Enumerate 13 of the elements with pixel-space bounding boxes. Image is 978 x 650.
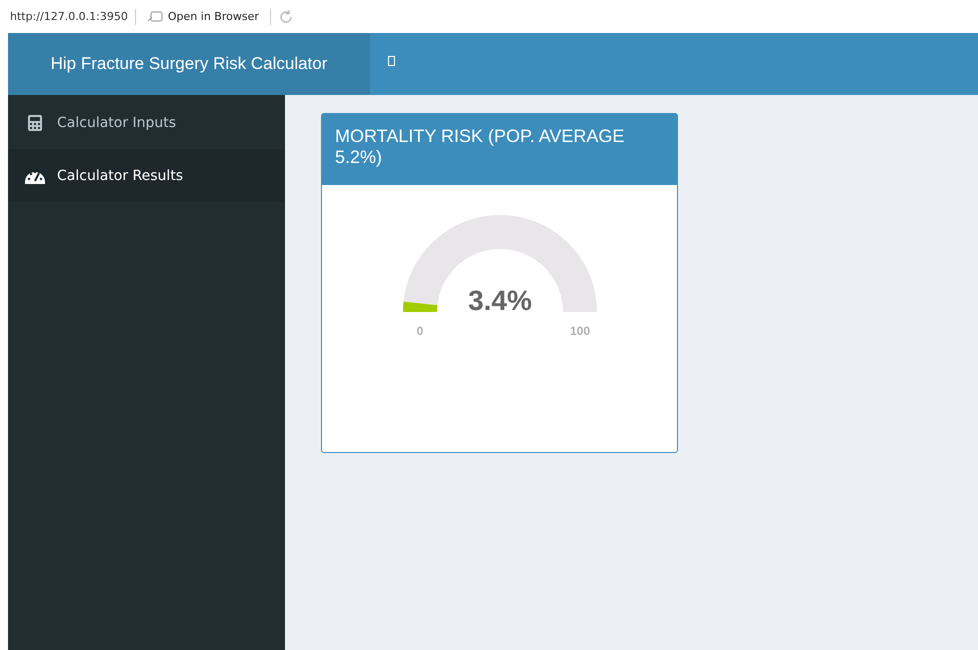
sidebar-toggle-icon[interactable] [388,56,395,66]
open-in-browser-button[interactable]: Open in Browser [142,8,263,25]
app-title: Hip Fracture Surgery Risk Calculator [8,33,370,95]
window-icon [146,10,163,22]
sidebar-item[interactable]: Calculator Inputs [8,96,285,149]
gauge-max-label: 100 [569,324,590,338]
refresh-icon[interactable] [278,8,294,24]
card-title: MORTALITY RISK (POP. AVERAGE 5.2%) [322,114,677,185]
sidebar-item[interactable]: Calculator Results [8,149,285,202]
calculator-icon [25,114,45,130]
gauge-min-label: 0 [416,324,423,338]
url-text: http://127.0.0.1:3950 [10,10,128,23]
gauge-value: 3.4% [468,285,532,316]
